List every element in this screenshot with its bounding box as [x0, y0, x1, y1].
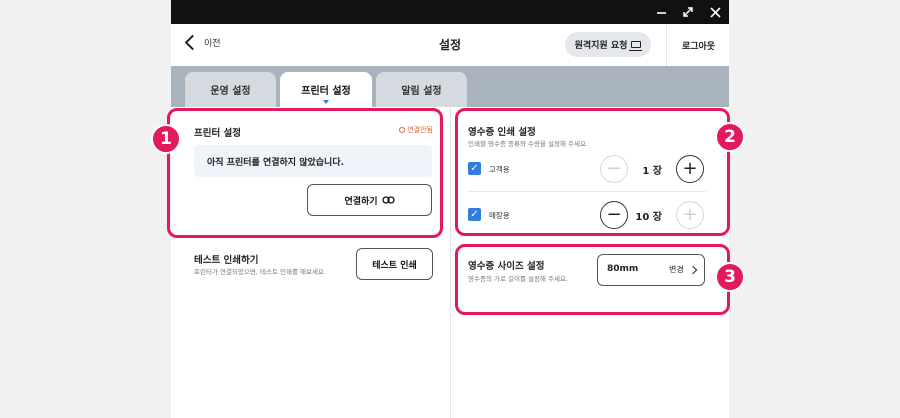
callout-badge-3: 3: [715, 262, 745, 292]
callout-number: 1: [160, 129, 172, 149]
back-label: 이전: [204, 39, 221, 49]
callout-badge-2: 2: [715, 122, 745, 152]
window-titlebar: [171, 0, 729, 24]
callout-box-receipt-size: [455, 244, 730, 315]
close-icon[interactable]: [701, 0, 729, 24]
minimize-icon[interactable]: [647, 0, 675, 24]
maximize-icon[interactable]: [674, 0, 702, 24]
callout-box-receipt-print: [455, 108, 730, 236]
tab-notification-settings[interactable]: 알림 설정: [376, 72, 467, 107]
callout-box-printer-settings: [167, 108, 443, 238]
tab-operation-settings[interactable]: 운영 설정: [185, 72, 276, 107]
maximize-glyph: [683, 7, 693, 17]
tab-label: 프린터 설정: [301, 86, 351, 97]
active-tab-indicator: [323, 100, 329, 104]
close-glyph: [709, 6, 721, 18]
test-print-description: 프린터가 연결되었으면, 테스트 인쇄를 해보세요.: [194, 268, 326, 276]
logout-label: 로그아웃: [681, 41, 716, 52]
tab-label: 알림 설정: [401, 86, 442, 97]
tab-label: 운영 설정: [210, 86, 251, 97]
callout-number: 2: [724, 127, 736, 147]
back-button[interactable]: 이전: [183, 34, 221, 51]
logout-button[interactable]: 로그아웃: [666, 24, 729, 66]
minimize-glyph: [656, 11, 666, 14]
callout-badge-1: 1: [151, 124, 181, 154]
laptop-icon: [629, 41, 643, 51]
settings-tabbar: 운영 설정 프린터 설정 알림 설정: [171, 66, 729, 107]
test-print-title: 테스트 인쇄하기: [194, 255, 259, 266]
tab-printer-settings[interactable]: 프린터 설정: [280, 72, 372, 107]
remote-support-label: 원격지원 요청: [574, 41, 628, 51]
test-print-label: 테스트 인쇄: [372, 260, 417, 271]
callout-number: 3: [724, 267, 736, 287]
chevron-left-icon: [184, 34, 201, 51]
app-header: 이전 설정 원격지원 요청 로그아웃: [171, 24, 729, 67]
remote-support-button[interactable]: 원격지원 요청: [565, 32, 651, 57]
test-print-button[interactable]: 테스트 인쇄: [356, 248, 433, 280]
column-divider: [450, 107, 451, 418]
